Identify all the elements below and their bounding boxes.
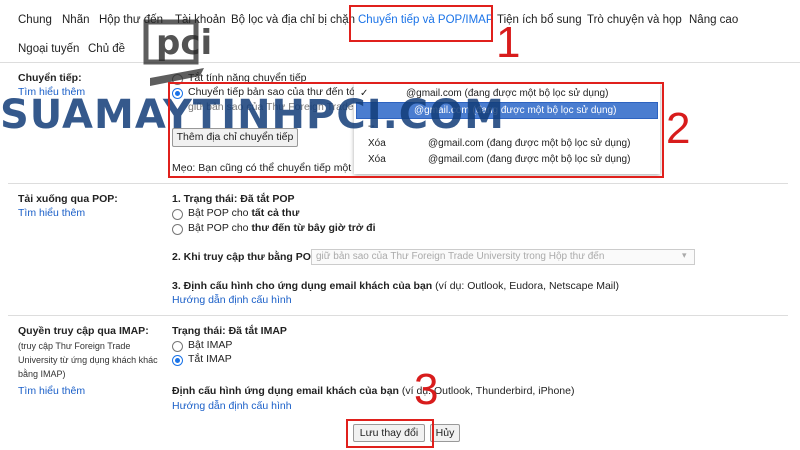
pop-config-label: 3. Định cấu hình cho ứng dụng email khác… [172,280,619,292]
pop-access-label: 2. Khi truy cập thư bằng POP [172,251,318,263]
pop-config-example: (ví dụ: Outlook, Eudora, Netscape Mail) [432,280,619,292]
annotation-number-1: 1 [496,18,521,67]
imap-enable-radio[interactable] [172,341,183,352]
imap-desc-2: University từ ứng dụng khách khác [18,355,158,365]
imap-config-guide-link[interactable]: Hướng dẫn định cấu hình [172,400,292,412]
imap-config-label: Định cấu hình ứng dụng email khách của b… [172,385,574,397]
annotation-box-tab [349,5,493,42]
pop-all-mail-label: Bật POP cho tất cả thư [188,207,299,219]
imap-enable-label: Bật IMAP [188,339,233,351]
cancel-button[interactable]: Hủy [430,424,460,442]
pop-new-mail-label: Bật POP cho thư đến từ bây giờ trở đi [188,222,376,234]
tab-offline[interactable]: Ngoại tuyến [18,43,79,55]
section-divider [8,315,788,316]
imap-config-bold: Định cấu hình ứng dụng email khách của b… [172,385,399,397]
pop-new-mail-prefix: Bật POP cho [188,222,252,234]
imap-disable-radio[interactable] [172,355,183,366]
imap-desc-1: (truy cập Thư Foreign Trade [18,341,131,351]
imap-learn-more-link[interactable]: Tìm hiểu thêm [18,385,85,397]
pop-all-mail-bold: tất cả thư [251,207,300,219]
pop-status: 1. Trạng thái: Đã tắt POP [172,193,295,205]
pop-access-select[interactable]: giữ bản sao của Thư Foreign Trade Univer… [311,249,695,265]
pop-all-mail-radio[interactable] [172,209,183,220]
imap-label: Quyền truy cập qua IMAP: [18,325,149,337]
pop-all-mail-prefix: Bật POP cho [188,207,252,219]
chevron-down-icon: ▾ [682,250,687,260]
imap-status: Trạng thái: Đã tắt IMAP [172,325,287,337]
tabs-divider [0,62,800,63]
pop-label: Tải xuống qua POP: [18,193,118,205]
tab-themes[interactable]: Chủ đề [88,43,125,55]
tab-chat-meet[interactable]: Trò chuyện và họp [587,14,682,26]
imap-disable-label: Tắt IMAP [188,353,232,365]
tab-labels[interactable]: Nhãn [62,14,90,26]
logo-letters: pci [156,23,212,63]
annotation-number-2: 2 [666,104,691,153]
pop-new-mail-radio[interactable] [172,224,183,235]
annotation-box-dropdown [168,82,664,178]
pop-config-bold: 3. Định cấu hình cho ứng dụng email khác… [172,280,433,292]
imap-desc-3: bằng IMAP) [18,369,66,379]
annotation-number-3: 3 [414,365,439,414]
pop-learn-more-link[interactable]: Tìm hiểu thêm [18,207,85,219]
pop-config-guide-link[interactable]: Hướng dẫn định cấu hình [172,294,292,306]
section-divider [8,183,788,184]
forwarding-label: Chuyển tiếp: [18,72,82,84]
pop-new-mail-bold: thư đến từ bây giờ trở đi [251,222,376,234]
tab-general[interactable]: Chung [18,14,52,26]
annotation-box-save [346,419,434,448]
tab-advanced[interactable]: Nâng cao [689,14,738,26]
